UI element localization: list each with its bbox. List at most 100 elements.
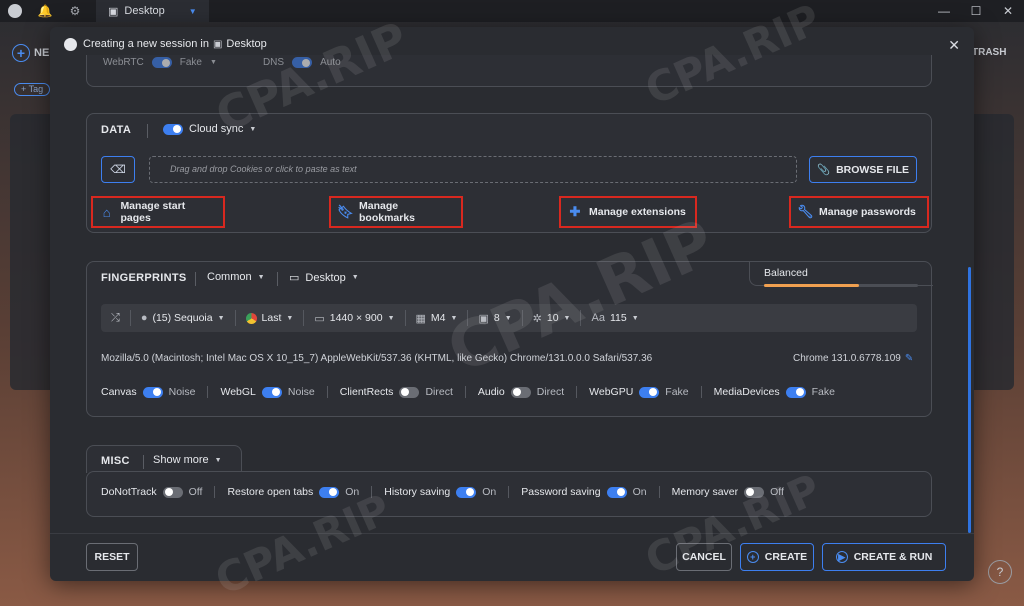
manage-start-pages-button[interactable]: ⌂ Manage start pages — [91, 196, 225, 228]
restore-tabs-toggle[interactable] — [319, 486, 340, 498]
profile-level-fill — [764, 284, 860, 287]
maximize-icon[interactable]: ☐ — [960, 4, 992, 18]
create-and-run-button[interactable]: ▶ CREATE & RUN — [822, 543, 946, 571]
create-session-dialog: Creating a new session in ▣ Desktop ✕ We… — [50, 27, 974, 581]
chrome-version: Chrome 131.0.6778.109 ✎ — [793, 353, 913, 364]
device-type-value: Desktop — [305, 271, 346, 284]
cpu-dropdown[interactable]: ▣ 8 ▼ — [468, 310, 523, 326]
chrome-icon — [245, 312, 257, 324]
setting-value: Direct — [425, 386, 453, 398]
browser-version-dropdown[interactable]: Last ▼ — [236, 310, 305, 326]
monitor-icon: ▭ — [289, 272, 300, 284]
manage-passwords-button[interactable]: 🔧︎ Manage passwords — [789, 196, 929, 228]
history-saving-toggle[interactable] — [456, 486, 477, 498]
chevron-down-icon: ▼ — [563, 314, 571, 322]
chevron-down-icon: ▼ — [249, 125, 257, 133]
audio-setting: Audio Direct — [477, 386, 578, 398]
memory-saver-setting: Memory saver Off — [672, 486, 796, 498]
cancel-button[interactable]: CANCEL — [676, 543, 732, 571]
clientrects-toggle[interactable] — [399, 386, 420, 398]
setting-value: On — [482, 486, 497, 498]
setting-value: Off — [188, 486, 203, 498]
webgpu-toggle[interactable] — [639, 386, 660, 398]
manage-label: Manage passwords — [819, 206, 916, 218]
fonts-dropdown[interactable]: Aa 115 ▼ — [581, 310, 648, 326]
setting-label: Memory saver — [671, 486, 739, 498]
show-more-dropdown[interactable]: Show more ▼ — [153, 454, 222, 466]
webgl-setting: WebGL Noise — [220, 386, 328, 398]
reset-button[interactable]: RESET — [86, 543, 138, 571]
setting-label: WebGL — [220, 386, 256, 398]
app-logo-icon — [64, 37, 77, 51]
gpu-dropdown[interactable]: ▦ M4 ▼ — [406, 310, 469, 326]
minimize-icon[interactable]: — — [928, 4, 960, 18]
add-tag-button[interactable]: + Tag — [14, 83, 51, 96]
plus-icon: + — [12, 44, 30, 62]
donottrack-toggle[interactable] — [162, 486, 183, 498]
manage-bookmarks-button[interactable]: 🔖︎ Manage bookmarks — [329, 196, 463, 228]
close-icon[interactable]: ✕ — [948, 37, 960, 54]
shuffle-button[interactable]: ⤮ — [101, 310, 131, 326]
audio-toggle[interactable] — [510, 386, 531, 398]
desktop-icon: ▣ — [108, 5, 119, 18]
os-dropdown[interactable]: ● (15) Sequoia ▼ — [131, 310, 236, 326]
window-controls: — ☐ ✕ — [928, 4, 1024, 18]
profile-label: Balanced — [764, 267, 808, 279]
data-section: DATA Cloud sync ▼ ⌫ Drag and drop Cookie… — [86, 113, 932, 233]
setting-value: Off — [770, 486, 784, 498]
paperclip-icon: 📎 — [817, 164, 831, 176]
chevron-down-icon: ▼ — [504, 314, 512, 322]
trash-button[interactable]: TRASH — [972, 47, 1006, 58]
setting-value: Fake — [811, 386, 835, 398]
memory-dropdown[interactable]: ✲ 10 ▼ — [523, 310, 582, 326]
create-and-run-label: CREATE & RUN — [853, 551, 933, 563]
puzzle-icon: ✚ — [569, 204, 581, 219]
chevron-down-icon[interactable]: ▼ — [189, 7, 197, 16]
setting-value: On — [345, 486, 360, 498]
fingerprint-mode-dropdown[interactable]: Common ▼ — [207, 271, 265, 283]
history-saving-setting: History saving On — [384, 486, 510, 498]
eraser-icon: ⌫ — [110, 164, 126, 176]
scrollbar[interactable] — [968, 267, 971, 533]
chevron-down-icon: ▼ — [217, 314, 225, 322]
cookies-drop-area[interactable]: Drag and drop Cookies or click to paste … — [149, 156, 797, 183]
password-saving-toggle[interactable] — [606, 486, 627, 498]
resolution-dropdown[interactable]: ▭ 1440 × 900 ▼ — [304, 310, 406, 326]
dns-toggle[interactable] — [292, 57, 313, 68]
tab-desktop[interactable]: ▣ Desktop ▼ — [96, 0, 209, 22]
misc-section: DoNotTrack Off Restore open tabs On Hist… — [86, 471, 932, 517]
setting-label: Audio — [477, 386, 505, 398]
setting-label: ClientRects — [339, 386, 394, 398]
gear-icon[interactable]: ⚙ — [60, 0, 90, 22]
os-value: (15) Sequoia — [152, 312, 213, 324]
cpu-icon: ▣ — [478, 312, 489, 325]
mediadevices-toggle[interactable] — [785, 386, 806, 398]
setting-label: DoNotTrack — [101, 486, 157, 498]
manage-label: Manage extensions — [589, 206, 686, 218]
clear-cookies-button[interactable]: ⌫ — [101, 156, 135, 183]
memory-saver-toggle[interactable] — [744, 486, 765, 498]
restore-tabs-setting: Restore open tabs On — [227, 486, 373, 498]
canvas-toggle[interactable] — [142, 386, 163, 398]
webgl-toggle[interactable] — [261, 386, 282, 398]
font-icon: Aa — [591, 312, 605, 324]
network-section: WebRTC Fake ▼ DNS Auto — [86, 55, 932, 87]
setting-value: On — [632, 486, 647, 498]
device-type-dropdown[interactable]: ▭ Desktop ▼ — [289, 271, 359, 285]
window-close-icon[interactable]: ✕ — [992, 4, 1024, 18]
new-session-button[interactable]: + NE — [12, 44, 49, 62]
browse-file-button[interactable]: 📎 BROWSE FILE — [809, 156, 917, 183]
pencil-icon[interactable]: ✎ — [905, 353, 913, 364]
manage-extensions-button[interactable]: ✚ Manage extensions — [559, 196, 697, 228]
fingerprint-profile-selector[interactable]: Balanced — [749, 262, 933, 287]
webrtc-value[interactable]: Fake — [180, 57, 202, 68]
help-icon[interactable]: ? — [988, 560, 1012, 584]
create-button[interactable]: + CREATE — [740, 543, 814, 571]
new-label: NE — [34, 47, 50, 59]
cloud-sync-toggle[interactable] — [163, 123, 183, 135]
webgpu-setting: WebGPU Fake — [589, 386, 702, 398]
bell-icon[interactable]: 🔔 — [30, 0, 60, 22]
tab-label: Desktop — [124, 5, 165, 17]
cloud-sync-dropdown[interactable]: Cloud sync ▼ — [163, 123, 256, 135]
webrtc-toggle[interactable] — [151, 57, 172, 68]
